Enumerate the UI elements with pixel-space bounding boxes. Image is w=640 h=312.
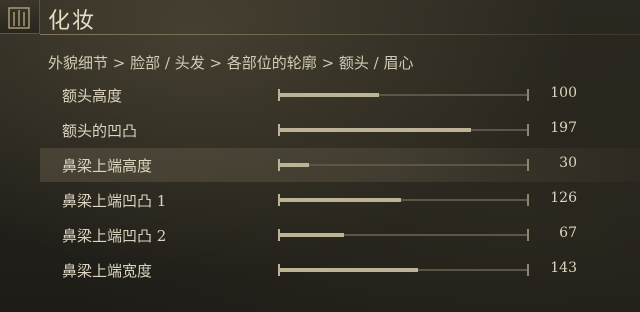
slider-track[interactable] [278, 159, 529, 171]
slider-label: 鼻梁上端凹凸 2 [62, 227, 167, 245]
slider-fill [279, 268, 419, 272]
slider-label: 额头的凹凸 [62, 122, 138, 140]
slider-fill [279, 163, 309, 167]
slider-value: 197 [550, 120, 577, 136]
slider-fill [279, 233, 344, 237]
slider-end-cap [527, 229, 529, 241]
character-creation-screen: 化妆 外貌细节 > 脸部 / 头发 > 各部位的轮廓 > 额头 / 眉心 额头高… [0, 0, 640, 312]
slider-start-cap [278, 89, 280, 101]
slider-value: 67 [559, 225, 577, 241]
slider-end-cap [527, 194, 529, 206]
slider-end-cap [527, 264, 529, 276]
slider-start-cap [278, 159, 280, 171]
header-divider [40, 34, 640, 35]
slider-track[interactable] [278, 124, 529, 136]
menu-emblem-icon [0, 0, 40, 34]
slider-end-cap [527, 159, 529, 171]
slider-row[interactable]: 鼻梁上端凹凸 2 67 [40, 218, 640, 252]
slider-fill [279, 128, 471, 132]
slider-row[interactable]: 鼻梁上端高度 30 [40, 148, 640, 182]
slider-value: 100 [550, 85, 577, 101]
slider-track[interactable] [278, 229, 529, 241]
breadcrumb: 外貌细节 > 脸部 / 头发 > 各部位的轮廓 > 额头 / 眉心 [48, 54, 414, 72]
slider-label: 鼻梁上端高度 [62, 157, 153, 175]
slider-track[interactable] [278, 194, 529, 206]
slider-row[interactable]: 鼻梁上端宽度 143 [40, 253, 640, 287]
slider-start-cap [278, 229, 280, 241]
slider-row[interactable]: 额头的凹凸 197 [40, 113, 640, 147]
page-title: 化妆 [48, 9, 97, 34]
slider-start-cap [278, 124, 280, 136]
slider-fill [279, 93, 379, 97]
slider-fill [279, 198, 401, 202]
slider-row[interactable]: 鼻梁上端凹凸 1 126 [40, 183, 640, 217]
slider-label: 鼻梁上端凹凸 1 [62, 192, 167, 210]
slider-start-cap [278, 194, 280, 206]
slider-value: 126 [550, 190, 577, 206]
slider-label: 鼻梁上端宽度 [62, 262, 153, 280]
slider-value: 30 [559, 155, 577, 171]
slider-row[interactable]: 额头高度 100 [40, 78, 640, 112]
header: 化妆 [0, 0, 640, 36]
slider-label: 额头高度 [62, 87, 123, 105]
slider-track[interactable] [278, 89, 529, 101]
slider-start-cap [278, 264, 280, 276]
slider-value: 143 [550, 260, 577, 276]
slider-track[interactable] [278, 264, 529, 276]
slider-end-cap [527, 124, 529, 136]
slider-end-cap [527, 89, 529, 101]
